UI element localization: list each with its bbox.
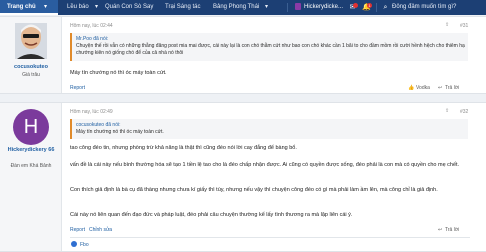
- post-31-username[interactable]: cocusokuteo: [0, 64, 62, 70]
- post-32-paragraph-1: tao công đéo tin, nhưng phòng trừ khả nă…: [70, 145, 297, 151]
- post-31-reaction-button[interactable]: Vodka: [416, 85, 430, 91]
- post-31-quote: Mr.Poo đã nói: Chuyện thế rồi vẫn có nhữ…: [70, 33, 468, 61]
- post-31-user-title: Giá trâu: [22, 72, 40, 78]
- nav-home-chevron-icon[interactable]: ▾: [44, 0, 47, 15]
- post-31-timestamp[interactable]: Hôm nay, lúc 02:44: [70, 23, 113, 29]
- user-avatar-letter[interactable]: H: [13, 109, 49, 145]
- post-32-paragraph-4: Cái này nó liên quan đến đạo đức và pháp…: [70, 212, 353, 218]
- nav-bang-phong-thai[interactable]: Bảng Phong Thái: [213, 0, 259, 15]
- post-32-username[interactable]: Hickerydickery 66: [0, 147, 62, 154]
- quote-author[interactable]: cocusokuteo đã nói:: [76, 122, 120, 128]
- post-32-user-title: Đàn em Khá Bảnh: [10, 163, 52, 169]
- post-32-report-link[interactable]: Report: [70, 227, 85, 233]
- quote-text: Máy tín chướng nó thì óc máy toàn cứt.: [76, 129, 164, 135]
- nav-divider: [376, 3, 377, 12]
- account-username[interactable]: Hickerydicke...: [304, 3, 343, 12]
- nav-home[interactable]: Trang chủ: [7, 0, 36, 15]
- post-31-share-icon[interactable]: ⇪: [445, 22, 449, 28]
- post-31-like-icon[interactable]: 👍: [408, 85, 414, 91]
- post-32-user-column: H Hickerydickery 66 Đàn em Khá Bảnh: [0, 103, 62, 251]
- post-32-reply-icon[interactable]: ↩: [438, 227, 442, 233]
- bell-badge: 1: [367, 3, 372, 8]
- post-31-body: Máy tín chướng nó thì óc máy toàn cứt.: [70, 70, 167, 76]
- nav-quan-con-so-say[interactable]: Quán Con Sò Say: [105, 0, 153, 15]
- user-avatar[interactable]: [295, 3, 301, 10]
- post-32-reply-button[interactable]: Trả lời: [445, 227, 459, 233]
- post-31-reply-button[interactable]: Trả lời: [445, 85, 459, 91]
- search-placeholder[interactable]: Đông đảm muốn tìm gì?: [392, 3, 456, 12]
- search-icon[interactable]: ⌕: [381, 3, 390, 12]
- post-32: H Hickerydickery 66 Đàn em Khá Bảnh Hôm …: [0, 102, 486, 252]
- post-32-paragraph-2: vấn đề là cái này nếu bình thường hóa sẽ…: [70, 162, 460, 168]
- post-31-user-column: cocusokuteo Giá trâu: [0, 17, 62, 93]
- post-32-edit-link[interactable]: Chỉnh sửa: [89, 227, 112, 233]
- post-32-timestamp[interactable]: Hôm nay, lúc 02:49: [70, 109, 113, 115]
- post-32-share-icon[interactable]: ⇪: [445, 108, 449, 114]
- post-32-quote: cocusokuteo đã nói: Máy tín chướng nó th…: [70, 119, 468, 139]
- nav-trai-sang-tac[interactable]: Trại Sáng tác: [165, 0, 200, 15]
- reaction-like-icon[interactable]: [71, 241, 77, 247]
- reaction-user-link[interactable]: Fbo: [80, 242, 89, 248]
- nav-divider: [287, 3, 288, 12]
- quote-author[interactable]: Mr.Poo đã nói:: [76, 36, 108, 42]
- nav-leu-bao[interactable]: Lều báo: [67, 0, 89, 15]
- user-avatar-image[interactable]: [15, 23, 47, 59]
- mail-badge: [353, 3, 358, 8]
- post-31: cocusokuteo Giá trâu Hôm nay, lúc 02:44 …: [0, 16, 486, 94]
- post-31-report-link[interactable]: Report: [70, 85, 85, 91]
- top-navigation: Trang chủ ▾ Lều báo ▾ Quán Con Sò Say Tr…: [0, 0, 486, 15]
- reaction-divider: [70, 237, 470, 238]
- post-32-number[interactable]: #32: [460, 109, 468, 115]
- nav-leu-bao-chevron-icon[interactable]: ▾: [95, 0, 98, 15]
- nav-more-chevron-icon[interactable]: ▾: [265, 0, 268, 15]
- post-31-reply-icon[interactable]: ↩: [438, 85, 442, 91]
- post-32-paragraph-3: Con thích giả định là bà cụ đã thàng như…: [70, 187, 438, 193]
- post-31-number[interactable]: #31: [460, 23, 468, 29]
- quote-text: Chuyện thế rồi vẫn có những thằng đăng p…: [76, 43, 465, 56]
